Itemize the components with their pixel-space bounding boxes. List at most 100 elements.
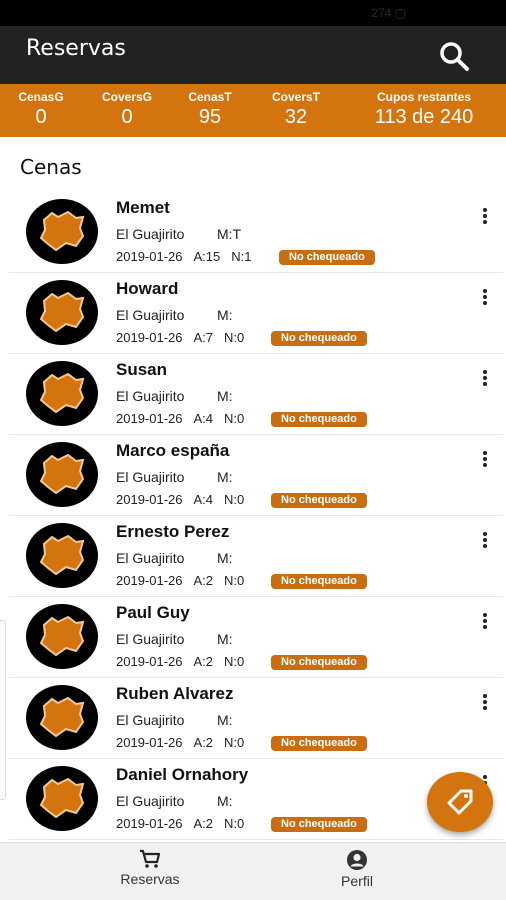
map-icon bbox=[39, 615, 85, 657]
reservation-card[interactable]: Memet El Guajirito M:T 2019-01-26 A:15 N:1… bbox=[9, 192, 503, 273]
guest-name: Paul Guy bbox=[116, 603, 190, 622]
avatar bbox=[26, 361, 98, 426]
nav-label: Perfil bbox=[341, 873, 373, 889]
tag-fab-button[interactable] bbox=[427, 772, 493, 832]
table-label: M: bbox=[217, 307, 233, 323]
guest-name: Susan bbox=[116, 360, 168, 379]
table-label: M:T bbox=[217, 226, 242, 242]
status-badge: No chequeado bbox=[271, 493, 367, 508]
stat-value: 113 de 240 bbox=[374, 106, 474, 128]
more-options-button[interactable] bbox=[482, 451, 488, 471]
stat-label: CoversT bbox=[271, 90, 321, 104]
map-icon bbox=[39, 291, 85, 333]
reservation-meta: 2019-01-26 A:4 N:0 bbox=[116, 492, 255, 507]
status-badge: No chequeado bbox=[271, 655, 367, 670]
restaurant-name: El Guajirito bbox=[116, 307, 185, 323]
guest-name: Howard bbox=[116, 279, 179, 298]
reservation-meta: 2019-01-26 A:4 N:0 bbox=[116, 411, 255, 426]
table-label: M: bbox=[217, 631, 233, 647]
section-title: Cenas bbox=[20, 155, 82, 179]
table-label: M: bbox=[217, 550, 233, 566]
map-icon bbox=[39, 696, 85, 738]
status-text: 274 ▢ bbox=[371, 6, 406, 20]
more-vert-icon bbox=[482, 532, 488, 548]
more-options-button[interactable] bbox=[482, 208, 488, 228]
more-options-button[interactable] bbox=[482, 532, 488, 552]
more-vert-icon bbox=[482, 370, 488, 386]
more-options-button[interactable] bbox=[482, 613, 488, 633]
children-count: N:0 bbox=[224, 411, 245, 426]
nav-perfil[interactable]: Perfil bbox=[330, 849, 384, 889]
status-badge: No chequeado bbox=[271, 736, 367, 751]
guest-name: Daniel Ornahory bbox=[116, 765, 249, 784]
avatar bbox=[26, 442, 98, 507]
status-badge: No chequeado bbox=[271, 574, 367, 589]
stat-label: CoversG bbox=[101, 90, 153, 104]
restaurant-name: El Guajirito bbox=[116, 712, 185, 728]
reservation-meta: 2019-01-26 A:2 N:0 bbox=[116, 735, 255, 750]
guest-name: Ruben Alvarez bbox=[116, 684, 234, 703]
reservation-meta: 2019-01-26 A:2 N:0 bbox=[116, 816, 255, 831]
reservation-card[interactable]: Howard El Guajirito M: 2019-01-26 A:7 N:0 … bbox=[9, 273, 503, 354]
adults-count: A:4 bbox=[193, 411, 214, 426]
reservation-date: 2019-01-26 bbox=[116, 492, 183, 507]
stat-cenasg: CenasG 0 bbox=[12, 90, 70, 129]
more-vert-icon bbox=[482, 451, 488, 467]
stat-label: Cupos restantes bbox=[376, 90, 472, 104]
table-label: M: bbox=[217, 469, 233, 485]
children-count: N:0 bbox=[224, 654, 245, 669]
map-icon bbox=[39, 453, 85, 495]
guest-name: Marco españa bbox=[116, 441, 230, 460]
adults-count: A:15 bbox=[193, 249, 221, 264]
reservation-meta: 2019-01-26 A:15 N:1 bbox=[116, 249, 262, 264]
reservation-card[interactable]: Marco españa El Guajirito M: 2019-01-26 A… bbox=[9, 435, 503, 516]
more-vert-icon bbox=[482, 694, 488, 710]
reservation-card[interactable]: Paul Guy El Guajirito M: 2019-01-26 A:2 N:… bbox=[9, 597, 503, 678]
status-badge: No chequeado bbox=[271, 817, 367, 832]
tag-icon bbox=[447, 789, 473, 815]
reservation-date: 2019-01-26 bbox=[116, 816, 183, 831]
search-button[interactable] bbox=[438, 40, 472, 74]
map-icon bbox=[39, 372, 85, 414]
restaurant-name: El Guajirito bbox=[116, 388, 185, 404]
drawer-handle[interactable] bbox=[0, 620, 6, 800]
children-count: N:0 bbox=[224, 492, 245, 507]
reservation-date: 2019-01-26 bbox=[116, 411, 183, 426]
map-icon bbox=[39, 777, 85, 819]
adults-count: A:2 bbox=[193, 816, 214, 831]
more-vert-icon bbox=[482, 613, 488, 629]
status-badge: No chequeado bbox=[279, 250, 375, 265]
reservation-list[interactable]: Memet El Guajirito M:T 2019-01-26 A:15 N:1… bbox=[9, 192, 506, 840]
more-options-button[interactable] bbox=[482, 370, 488, 390]
account-icon bbox=[347, 850, 367, 870]
stat-coverst: CoversT 32 bbox=[264, 90, 328, 129]
reservation-card[interactable]: Susan El Guajirito M: 2019-01-26 A:4 N:0 N… bbox=[9, 354, 503, 435]
table-label: M: bbox=[217, 793, 233, 809]
stat-coversg: CoversG 0 bbox=[96, 90, 158, 129]
status-bar: 274 ▢ bbox=[0, 0, 506, 26]
table-label: M: bbox=[217, 712, 233, 728]
more-options-button[interactable] bbox=[482, 289, 488, 309]
stat-label: CenasG bbox=[18, 90, 64, 104]
more-options-button[interactable] bbox=[482, 694, 488, 714]
adults-count: A:2 bbox=[193, 654, 214, 669]
reservation-card[interactable]: Ruben Alvarez El Guajirito M: 2019-01-26… bbox=[9, 678, 503, 759]
map-icon bbox=[39, 210, 85, 252]
search-icon bbox=[440, 42, 469, 71]
guest-name: Ernesto Perez bbox=[116, 522, 230, 541]
nav-reservas[interactable]: Reservas bbox=[112, 849, 188, 887]
restaurant-name: El Guajirito bbox=[116, 226, 185, 242]
table-label: M: bbox=[217, 388, 233, 404]
avatar bbox=[26, 280, 98, 345]
stat-cupos-restantes: Cupos restantes 113 de 240 bbox=[358, 90, 490, 129]
children-count: N:0 bbox=[224, 573, 245, 588]
reservation-meta: 2019-01-26 A:2 N:0 bbox=[116, 654, 255, 669]
more-vert-icon bbox=[482, 208, 488, 224]
page-title: Reservas bbox=[26, 36, 126, 61]
restaurant-name: El Guajirito bbox=[116, 793, 185, 809]
status-badge: No chequeado bbox=[271, 331, 367, 346]
avatar bbox=[26, 523, 98, 588]
stat-value: 0 bbox=[35, 106, 47, 128]
children-count: N:0 bbox=[224, 816, 245, 831]
reservation-card[interactable]: Ernesto Perez El Guajirito M: 2019-01-26… bbox=[9, 516, 503, 597]
